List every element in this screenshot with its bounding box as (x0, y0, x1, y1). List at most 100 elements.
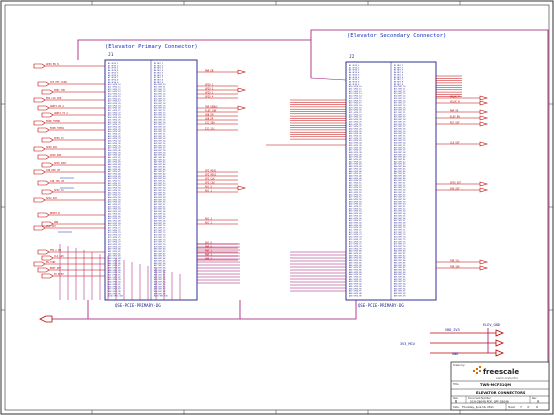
net-label: CAN_RXD_CB (46, 169, 60, 172)
net-label: RST_OUT (450, 121, 460, 124)
net-label: SPI_CS0 (205, 181, 215, 184)
net-label: SPI_MISO (205, 169, 217, 172)
net-label: SPI0_SOUT (54, 162, 67, 165)
net-label: SPI2_SCK (46, 197, 58, 200)
date-header: Date: (453, 406, 460, 409)
net-label: USB_DM (205, 113, 214, 116)
net-label: UART2_TX_A (54, 112, 68, 115)
net-label: GPIO_OUT (450, 181, 462, 184)
offpage-connector-icon (33, 169, 46, 175)
net-label: 5V_ELEV (54, 273, 64, 276)
sheet-title: ELEVATOR CONNECTORS (476, 391, 526, 395)
net-label: RESET_B (50, 212, 60, 215)
net-label: SPI_CLK (205, 177, 215, 180)
sheet-header: Sheet (508, 406, 515, 409)
left-connector-ref: J1 (108, 52, 114, 58)
schematic-sheet: (Elevator Primary Connector) (Elevator S… (0, 0, 554, 415)
net-label: GPIO_2 (205, 87, 214, 90)
right-connector-ref: J2 (349, 54, 355, 60)
net-label: TWR_DEBUG (205, 105, 218, 108)
net-label: GPIO_EN_N (46, 63, 59, 66)
net-label: TWR_SDA (450, 265, 460, 268)
offpage-connector-icon (41, 273, 54, 279)
power-ref: ELEV_GND (483, 323, 500, 327)
right-connector: J2 A1 GPIO_1 B1 NET_1A2 GPIO_2 B2 NET_2A3 … (345, 54, 437, 308)
secondary-connector-title: (Elevator Secondary Connector) (347, 33, 446, 39)
net-label: VELOC_N (450, 100, 460, 103)
offpage-connector-icon (37, 249, 50, 255)
left-connector: J1 A1 GPIO_1 B1 NET_1A2 GPIO_2 B2 NET_2A3 … (104, 52, 198, 308)
offpage-connector-icon (33, 261, 46, 267)
offpage-connector-icon (37, 180, 50, 186)
offpage-connector-icon (37, 267, 50, 273)
offpage-connector-icon (37, 105, 50, 111)
net-label: CAN_TXD_CB (50, 180, 64, 183)
net-label: ELEV_EN (450, 115, 460, 118)
right-part-label: QSE-PCIE-PRIMARY-DG (358, 303, 404, 308)
net-label: IRQ_OUT (450, 187, 460, 190)
net-label: ADC_3 (205, 221, 213, 224)
net-label: MII_CLK_PAD (46, 97, 62, 100)
net-label: MIIB_TXEN0 (46, 120, 60, 123)
title-header: Title (453, 382, 459, 386)
offpage-connector-icon (41, 112, 54, 118)
net-label: SPI0_CS (54, 137, 64, 140)
left-part-label: QSE-PCIE-PRIMARY-DG (115, 303, 161, 308)
net-label: ADC_0 (205, 185, 213, 188)
offpage-connector-icon (41, 162, 54, 168)
title-block: freescale semiconductor Title TWR-MCF51Q… (450, 361, 550, 411)
power-label-2: 3V3_MCU (400, 342, 415, 346)
net-label: CLK_OUT (450, 141, 460, 144)
offpage-connector-icon (41, 255, 54, 261)
offpage-connector-icon (41, 137, 54, 143)
net-label: 3V3_EXT_SCAN (50, 81, 67, 84)
offpage-connector-icon (41, 189, 54, 195)
docno-value: SCH-28048 PDF: SPF-28048 (470, 400, 509, 404)
net-label: ADC_2 (205, 217, 213, 220)
net-label: UART2_RX_A (50, 105, 64, 108)
project-label: TWR-MCF51QM (480, 383, 511, 387)
offpage-connector-icon (33, 197, 46, 203)
of-header: of (527, 406, 529, 409)
company-name: freescale (483, 368, 519, 376)
offpage-connector-icon (37, 81, 50, 87)
primary-connector-title: (Elevator Primary Connector) (105, 44, 198, 50)
sheet-total: 9 (536, 405, 538, 409)
net-label: I2C_SDA (205, 121, 215, 124)
sheet-border (0, 0, 554, 415)
net-label: I2C_SCL (205, 127, 215, 130)
net-label: EN_SYNC (46, 261, 56, 264)
net-label: PWR_EN (205, 69, 214, 72)
net-label: SPI0_SCK (46, 146, 58, 149)
power-label-3: GND (452, 352, 458, 356)
offpage-connector-icon (37, 154, 50, 160)
net-label: CLK_AUX (54, 255, 64, 258)
net-label: FLEX_CAN (205, 109, 217, 112)
power-label-1: VDD_3V3 (445, 328, 460, 332)
offpage-connector-icon (33, 97, 46, 103)
net-label: ADC_1 (205, 189, 213, 192)
net-label: PWR_OK (450, 109, 459, 112)
offpage-connector-icon (33, 120, 46, 126)
pin-label: A99 GPIO_99 (349, 294, 362, 297)
offpage-connector-icon (33, 63, 46, 69)
net-label: GND (54, 221, 59, 224)
offpage-connector-icon (33, 146, 46, 152)
net-label: SPI0_SIN (50, 154, 62, 157)
sheet-number: 7 (520, 405, 522, 409)
company-subtitle: semiconductor (496, 376, 519, 380)
date-value: Thursday, June 16, 2011 (462, 405, 494, 409)
net-label: SPI_MOSI (205, 173, 217, 176)
net-label: GPIO_1 (205, 83, 214, 86)
offpage-connector-icon (41, 89, 54, 95)
size-value: B (455, 400, 457, 404)
offpage-connector-icon (33, 225, 46, 231)
net-label: GPIO_3 (205, 91, 214, 94)
net-label: SPI2_CS (54, 189, 64, 192)
net-label: IRQC_TXD (54, 89, 66, 92)
drawn-by-label: Drawn by: (453, 364, 465, 367)
net-label: TWR_SCL (450, 259, 460, 262)
offpage-connector-icon (37, 212, 50, 218)
net-label: GPIO_4 (205, 95, 214, 98)
pin-label: B99 NET_99 (394, 295, 406, 297)
